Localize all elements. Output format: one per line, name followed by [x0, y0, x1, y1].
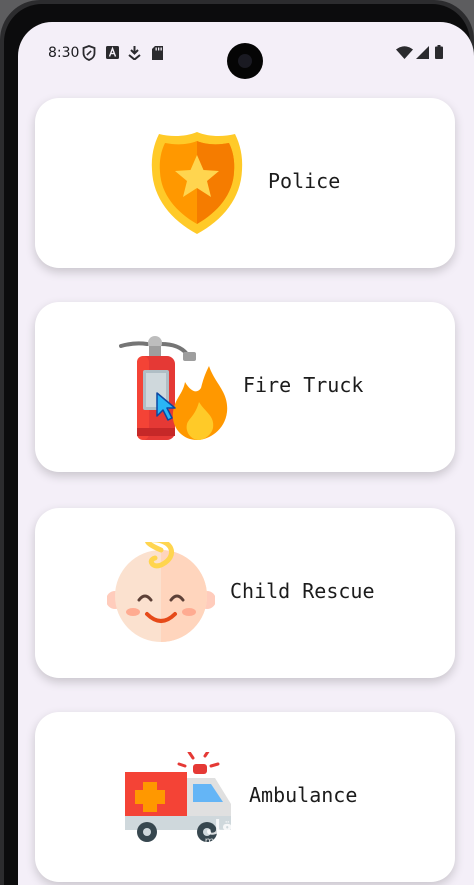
- card-label-ambulance: Ambulance: [249, 783, 358, 807]
- download-icon: [128, 46, 141, 60]
- status-time: 8:30: [48, 45, 80, 61]
- status-bar: 8:30: [18, 22, 474, 88]
- watermark-arabic: مستقل: [205, 817, 269, 837]
- card-child-rescue[interactable]: Child Rescue: [35, 508, 455, 678]
- watermark: مستقل mostaql.com: [192, 818, 282, 847]
- card-fire-truck[interactable]: Fire Truck: [35, 302, 455, 472]
- a-box-icon: [106, 46, 119, 59]
- watermark-latin: mostaql.com: [204, 836, 270, 847]
- signal-icon: [416, 46, 429, 59]
- front-camera: [227, 43, 263, 79]
- mouse-cursor-icon: [156, 392, 176, 421]
- battery-icon: [435, 45, 443, 59]
- fire-extinguisher-icon: [119, 336, 228, 440]
- shield-icon: [82, 45, 96, 61]
- wifi-icon: [396, 46, 413, 59]
- app-screen: 8:30 Police Fire Truck Child Rescue Ambu…: [18, 22, 474, 885]
- card-ambulance[interactable]: Ambulance: [35, 712, 455, 882]
- card-police[interactable]: Police: [35, 98, 455, 268]
- police-badge-icon: [151, 132, 243, 234]
- card-label-child-rescue: Child Rescue: [230, 579, 375, 603]
- phone-frame: 8:30 Police Fire Truck Child Rescue Ambu…: [0, 0, 474, 885]
- card-label-police: Police: [268, 169, 341, 193]
- card-label-fire-truck: Fire Truck: [243, 373, 364, 397]
- sd-card-icon: [152, 46, 163, 60]
- baby-face-icon: [107, 542, 215, 642]
